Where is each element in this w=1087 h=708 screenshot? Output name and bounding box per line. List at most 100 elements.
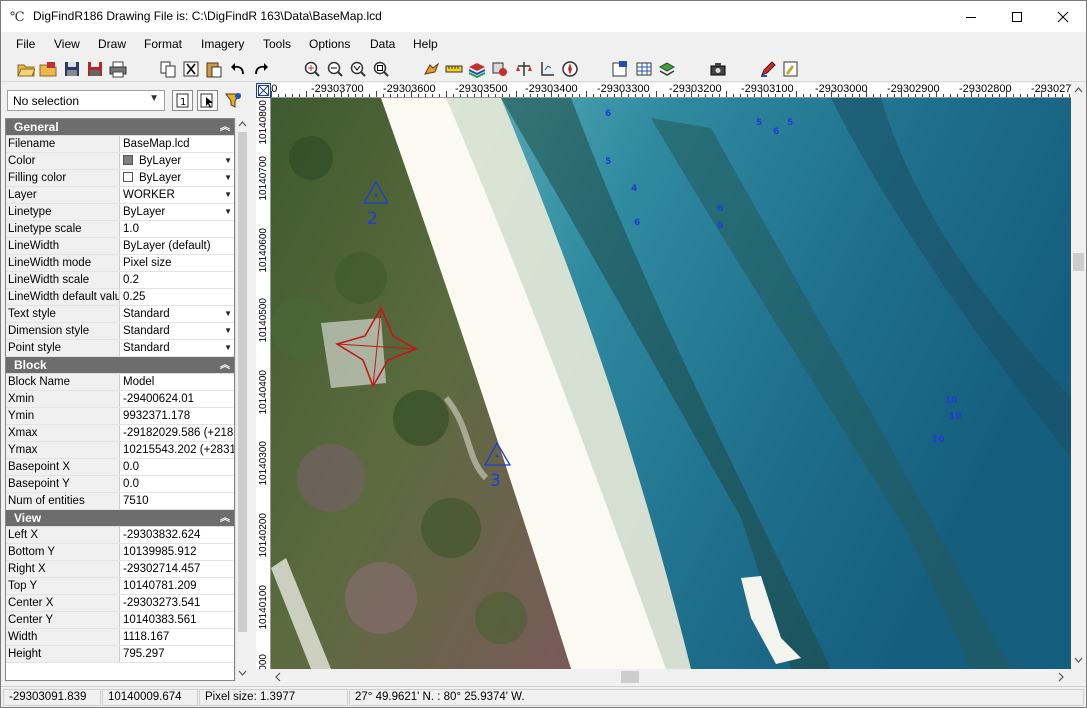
point-marker[interactable]: 10 — [932, 435, 945, 445]
property-value[interactable]: Pixel size — [120, 255, 234, 271]
property-row[interactable]: Linetype ByLayer ▼ — [6, 204, 234, 221]
property-value[interactable]: Standard ▼ — [120, 323, 234, 339]
menu-help[interactable]: Help — [413, 37, 438, 51]
edit-note-icon[interactable] — [782, 60, 800, 78]
property-row[interactable]: Filename BaseMap.lcd — [6, 136, 234, 153]
property-row[interactable]: Basepoint Y 0.0 — [6, 476, 234, 493]
menu-format[interactable]: Format — [144, 37, 182, 51]
property-row[interactable]: Linetype scale 1.0 — [6, 221, 234, 238]
property-value[interactable]: 0.25 — [120, 289, 234, 305]
property-row[interactable]: Basepoint X 0.0 — [6, 459, 234, 476]
property-value[interactable]: -29303273.541 — [120, 595, 234, 611]
property-value[interactable]: 10140383.561 — [120, 612, 234, 628]
property-row[interactable]: LineWidth default value 0.25 — [6, 289, 234, 306]
table-icon[interactable] — [635, 60, 653, 78]
chevron-down-icon[interactable]: ▼ — [224, 204, 232, 220]
property-row[interactable]: Layer WORKER ▼ — [6, 187, 234, 204]
collapse-icon[interactable]: ︽ — [220, 510, 230, 527]
select-pointer-button[interactable] — [197, 90, 218, 111]
point-marker[interactable]: 10 — [945, 396, 958, 406]
point-marker[interactable]: 6 — [717, 204, 723, 214]
property-value[interactable]: 0.2 — [120, 272, 234, 288]
point-marker[interactable]: 6 — [773, 127, 779, 137]
map-horizontal-scrollbar[interactable] — [271, 669, 1086, 685]
undo-icon[interactable] — [229, 60, 247, 78]
property-grid-scrollbar[interactable] — [235, 118, 248, 681]
menu-tools[interactable]: Tools — [263, 37, 291, 51]
chevron-down-icon[interactable]: ▼ — [224, 340, 232, 356]
property-value[interactable]: BaseMap.lcd — [120, 136, 234, 152]
open-image-icon[interactable] — [39, 60, 57, 78]
zoom-in-icon[interactable] — [372, 60, 390, 78]
property-row[interactable]: Top Y 10140781.209 — [6, 578, 234, 595]
property-row[interactable]: Point style Standard ▼ — [6, 340, 234, 357]
property-row[interactable]: Bottom Y 10139985.912 — [6, 544, 234, 561]
property-value[interactable]: 10140781.209 — [120, 578, 234, 594]
property-row[interactable]: Filling color ByLayer ▼ — [6, 170, 234, 187]
copy-icon[interactable] — [159, 60, 177, 78]
property-value[interactable]: -29303832.624 — [120, 527, 234, 543]
point-marker[interactable]: 4 — [631, 184, 637, 194]
save-as-icon[interactable] — [86, 60, 104, 78]
property-value[interactable]: 0.0 — [120, 476, 234, 492]
measure-icon[interactable] — [445, 60, 463, 78]
ruler-corner-button[interactable] — [256, 83, 271, 98]
point-marker[interactable]: 5 — [756, 118, 762, 128]
property-value[interactable]: Standard ▼ — [120, 306, 234, 322]
property-value[interactable]: 10215543.202 (+28317 — [120, 442, 234, 458]
print-icon[interactable] — [109, 60, 127, 78]
section-view[interactable]: View ︽ — [6, 510, 234, 527]
property-row[interactable]: Block Name Model — [6, 374, 234, 391]
property-row[interactable]: LineWidth scale 0.2 — [6, 272, 234, 289]
property-value[interactable]: ByLayer ▼ — [120, 153, 234, 169]
point-marker[interactable]: 5 — [787, 118, 793, 128]
property-row[interactable]: Color ByLayer ▼ — [6, 153, 234, 170]
zoom-all-icon[interactable] — [349, 60, 367, 78]
zoom-window-icon[interactable] — [303, 60, 321, 78]
chevron-down-icon[interactable]: ▼ — [224, 187, 232, 203]
paste-icon[interactable] — [205, 60, 223, 78]
chevron-down-icon[interactable]: ▼ — [224, 170, 232, 186]
property-row[interactable]: Text style Standard ▼ — [6, 306, 234, 323]
section-block[interactable]: Block ︽ — [6, 357, 234, 374]
chevron-down-icon[interactable]: ▼ — [224, 153, 232, 169]
property-row[interactable]: LineWidth ByLayer (default) — [6, 238, 234, 255]
scale-icon[interactable] — [515, 60, 533, 78]
property-row[interactable]: Height 795.297 — [6, 646, 234, 663]
property-row[interactable]: Left X -29303832.624 — [6, 527, 234, 544]
point-marker[interactable]: 6 — [717, 221, 723, 231]
property-value[interactable]: 795.297 — [120, 646, 234, 662]
selection-dropdown[interactable]: No selection ▼ — [7, 90, 165, 111]
property-row[interactable]: Num of entities 7510 — [6, 493, 234, 510]
pen-icon[interactable] — [759, 60, 777, 78]
minimize-button[interactable] — [948, 1, 994, 32]
menu-imagery[interactable]: Imagery — [201, 37, 244, 51]
section-general[interactable]: General ︽ — [6, 119, 234, 136]
property-value[interactable]: Standard ▼ — [120, 340, 234, 356]
property-row[interactable]: Dimension style Standard ▼ — [6, 323, 234, 340]
property-value[interactable]: Model — [120, 374, 234, 390]
property-value[interactable]: -29182029.586 (+2185 — [120, 425, 234, 441]
open-folder-icon[interactable] — [17, 60, 35, 78]
property-value[interactable]: -29400624.01 — [120, 391, 234, 407]
layers-icon[interactable] — [468, 60, 486, 78]
point-marker[interactable]: 6 — [605, 109, 611, 119]
property-value[interactable]: ByLayer ▼ — [120, 170, 234, 186]
property-value[interactable]: 0.0 — [120, 459, 234, 475]
property-value[interactable]: -29302714.457 — [120, 561, 234, 577]
property-row[interactable]: Center Y 10140383.561 — [6, 612, 234, 629]
property-value[interactable]: 9932371.178 — [120, 408, 234, 424]
property-row[interactable]: Ymax 10215543.202 (+28317 — [6, 442, 234, 459]
point-marker[interactable]: 10 — [949, 412, 962, 422]
select-one-button[interactable]: 1 — [172, 90, 193, 111]
map-vertical-scrollbar[interactable] — [1071, 83, 1086, 669]
properties-icon[interactable] — [611, 60, 629, 78]
pan-hand-icon[interactable] — [422, 60, 440, 78]
property-value[interactable]: 1.0 — [120, 221, 234, 237]
property-row[interactable]: Right X -29302714.457 — [6, 561, 234, 578]
property-value[interactable]: 10139985.912 — [120, 544, 234, 560]
menu-options[interactable]: Options — [309, 37, 350, 51]
compass-icon[interactable] — [561, 60, 579, 78]
map-canvas[interactable]: 2 3 6 5 5 6 5 4 6 6 6 10 10 10 — [271, 98, 1071, 669]
property-value[interactable]: ByLayer (default) — [120, 238, 234, 254]
